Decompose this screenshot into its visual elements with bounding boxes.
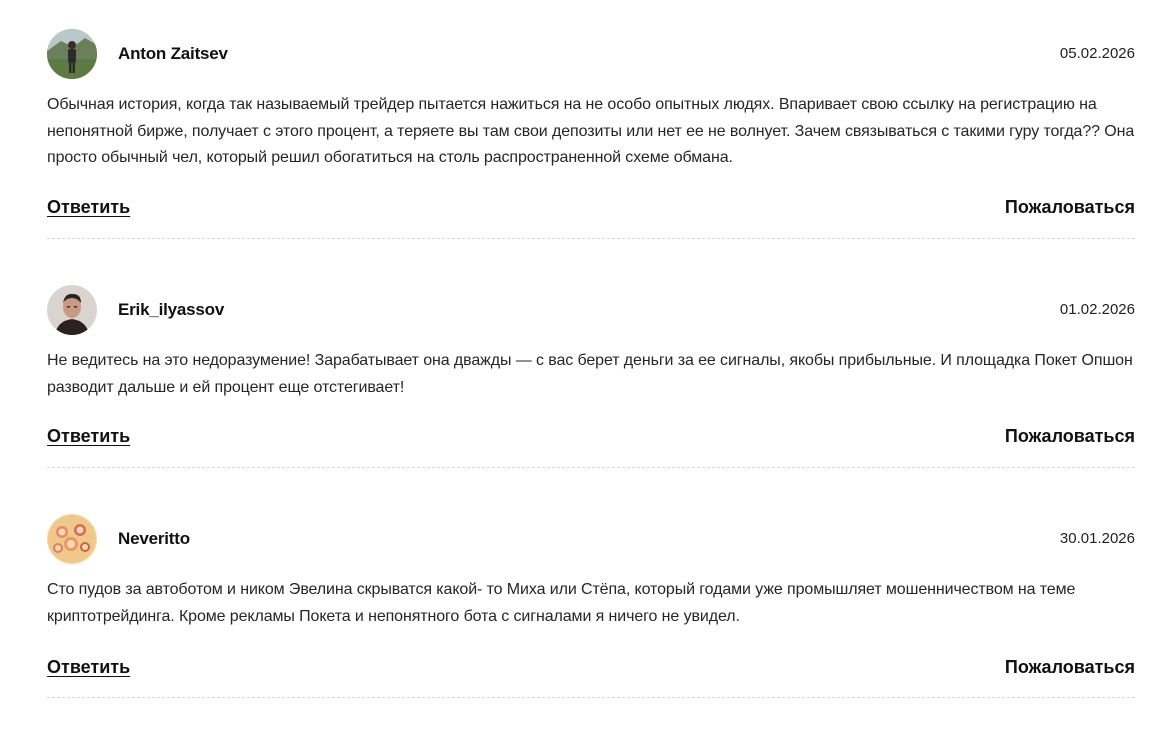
author-name: Anton Zaitsev (118, 44, 228, 63)
avatar (47, 29, 97, 79)
comment-actions: Ответить Пожаловаться (47, 652, 1135, 682)
comment-actions: Ответить Пожаловаться (47, 192, 1135, 222)
comment-item: Erik_ilyassov 01.02.2026 Не ведитесь на … (47, 284, 1135, 468)
comment-actions: Ответить Пожаловаться (47, 421, 1135, 451)
comment-header: Erik_ilyassov 01.02.2026 (47, 284, 1135, 336)
reply-link[interactable]: Ответить (47, 426, 130, 447)
comment-text-content: Обычная история, когда так называемый тр… (47, 96, 1135, 166)
comment-date: 05.02.2026 (1059, 45, 1135, 62)
comment-text-content: Сто пудов за автоботом и ником Эвелина с… (47, 581, 1076, 625)
author-name: Erik_ilyassov (118, 300, 225, 319)
comment-item: Neveritto 30.01.2026 Сто пудов за автобо… (47, 513, 1135, 698)
comment-text: Не ведитесь на это недоразумение! Зараба… (47, 348, 1135, 402)
report-link[interactable]: Пожаловаться (1005, 657, 1135, 678)
comment-date: 30.01.2026 (1059, 530, 1135, 547)
author-name: Neveritto (118, 529, 190, 548)
report-link[interactable]: Пожаловаться (1005, 426, 1135, 447)
avatar (47, 514, 97, 564)
comment-text: Обычная история, когда так называемый тр… (47, 92, 1135, 172)
comment-date: 01.02.2026 (1059, 301, 1135, 318)
comment-header: Neveritto 30.01.2026 (47, 513, 1135, 565)
avatar (47, 285, 97, 335)
comment-text-content: Не ведитесь на это недоразумение! Зараба… (47, 352, 1133, 396)
reply-link[interactable]: Ответить (47, 657, 130, 678)
comments-list: Anton Zaitsev 05.02.2026 Обычная история… (47, 28, 1135, 698)
comment-item: Anton Zaitsev 05.02.2026 Обычная история… (47, 28, 1135, 239)
comment-text: Сто пудов за автоботом и ником Эвелина с… (47, 577, 1135, 631)
comment-header: Anton Zaitsev 05.02.2026 (47, 28, 1135, 80)
report-link[interactable]: Пожаловаться (1005, 197, 1135, 218)
reply-link[interactable]: Ответить (47, 197, 130, 218)
